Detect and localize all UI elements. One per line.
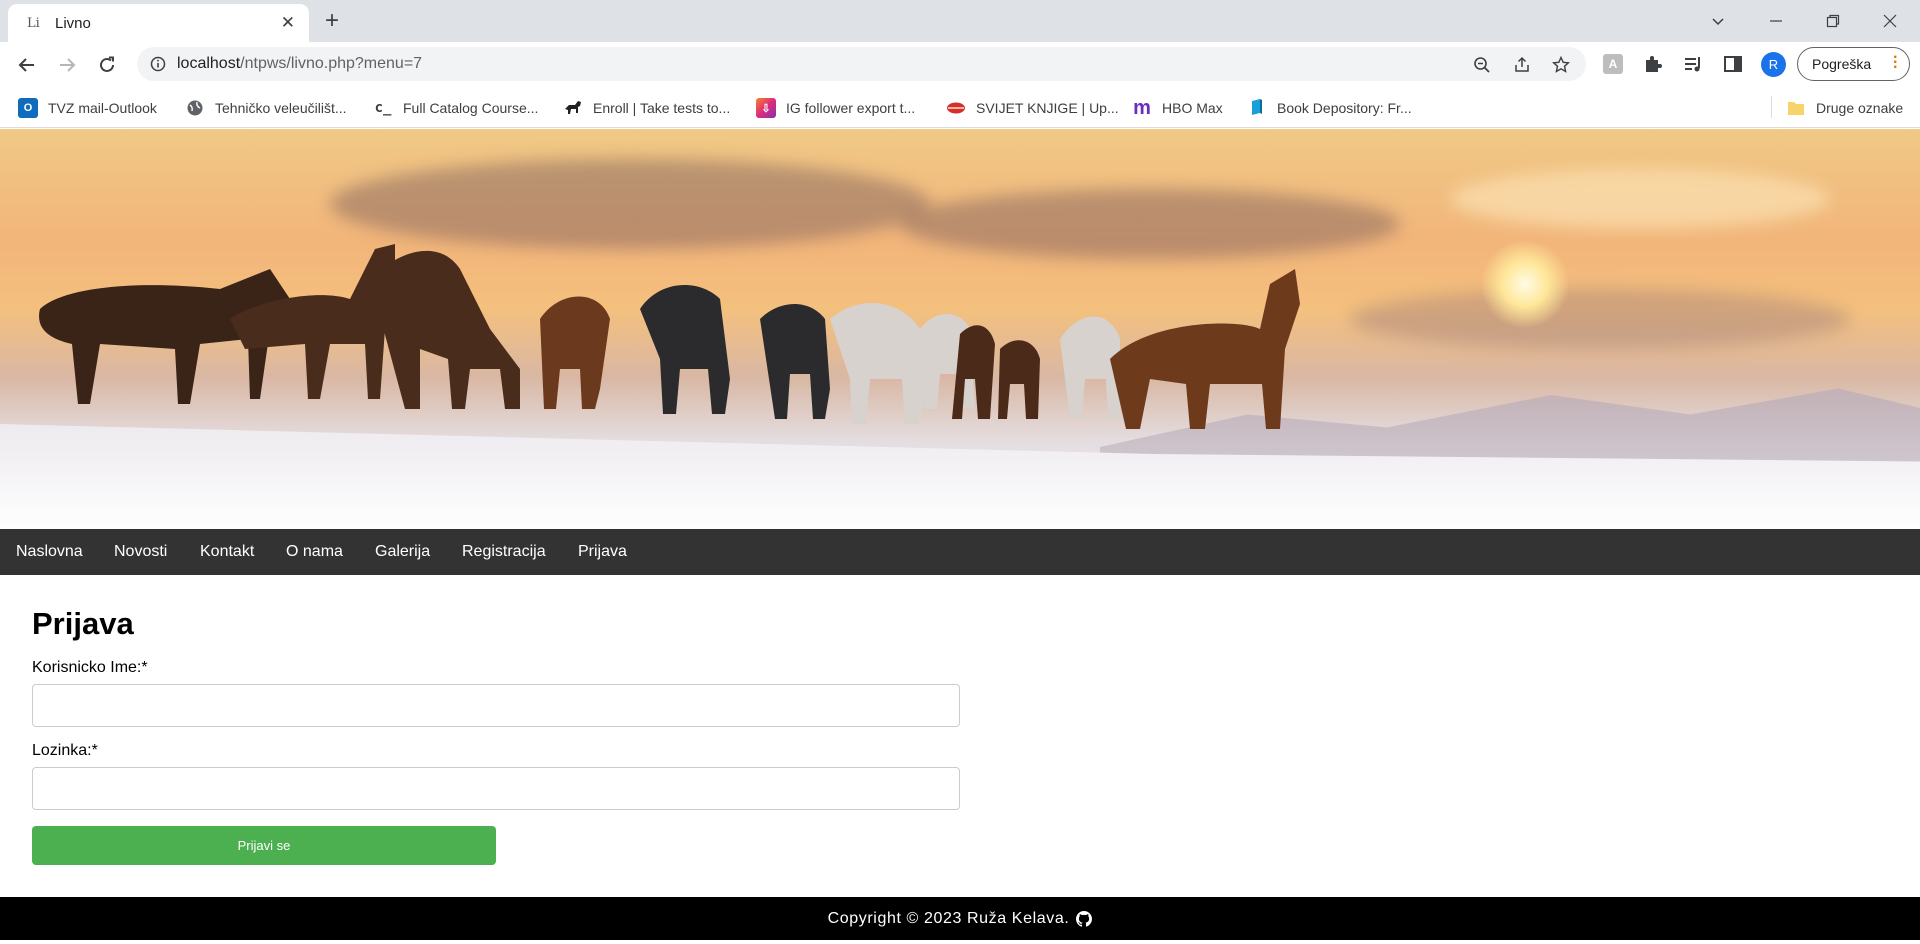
globe-icon: [185, 98, 205, 118]
site-info-icon[interactable]: [150, 56, 166, 77]
bookmark-label: Enroll | Take tests to...: [593, 100, 731, 116]
tab-title: Livno: [55, 15, 91, 32]
nav-link-o-nama[interactable]: O nama: [286, 529, 343, 575]
hbo-max-icon: m: [1133, 96, 1151, 119]
lips-icon: [946, 98, 966, 118]
extensions-puzzle-icon[interactable]: [1640, 51, 1666, 77]
page-title: Prijava: [32, 606, 134, 641]
forward-icon[interactable]: [52, 50, 82, 80]
nav-link-kontakt[interactable]: Kontakt: [200, 529, 254, 575]
bookmark-item[interactable]: O TVZ mail-Outlook: [18, 98, 157, 118]
address-bar[interactable]: localhost/ntpws/livno.php?menu=7: [137, 47, 1586, 81]
browser-tab[interactable]: Li Livno ✕: [8, 4, 309, 42]
bookmark-item[interactable]: Tehničko veleučilišt...: [185, 98, 347, 118]
browser-tab-strip: Li Livno ✕ +: [0, 0, 1920, 42]
nav-link-naslovna[interactable]: Naslovna: [16, 529, 83, 575]
bookmark-star-icon[interactable]: [1550, 54, 1572, 76]
github-icon[interactable]: [1076, 910, 1093, 927]
horses-graphic: [39, 244, 1300, 429]
nav-link-galerija[interactable]: Galerija: [375, 529, 430, 575]
error-label: Pogreška: [1812, 56, 1872, 72]
bookmark-label: Book Depository: Fr...: [1277, 100, 1412, 116]
back-icon[interactable]: [12, 50, 42, 80]
extension-translate-icon[interactable]: A: [1600, 51, 1626, 77]
bookmark-item[interactable]: SVIJET KNJIGE | Up...: [946, 98, 1119, 118]
bookmark-item[interactable]: m HBO Max: [1132, 96, 1223, 119]
nav-link-prijava[interactable]: Prijava: [578, 529, 627, 575]
folder-icon: [1786, 98, 1806, 118]
nav-link-novosti[interactable]: Novosti: [114, 529, 167, 575]
bookmark-label: TVZ mail-Outlook: [48, 100, 157, 116]
outlook-icon: O: [18, 98, 38, 118]
error-button[interactable]: Pogreška · · ·: [1797, 47, 1910, 81]
bookmark-label: IG follower export t...: [786, 100, 916, 116]
media-queue-icon[interactable]: [1680, 51, 1706, 77]
minimize-icon[interactable]: [1748, 0, 1804, 42]
horse-icon: [563, 98, 583, 118]
bookmark-item[interactable]: Book Depository: Fr...: [1247, 98, 1412, 118]
url-path: /ntpws/livno.php?menu=7: [240, 55, 423, 72]
password-label: Lozinka:*: [32, 742, 98, 759]
bookmarks-bar: O TVZ mail-Outlook Tehničko veleučilišt.…: [0, 88, 1920, 128]
restore-icon[interactable]: [1805, 0, 1861, 42]
username-input[interactable]: [32, 684, 960, 727]
menu-kebab-icon: · · ·: [1893, 49, 1899, 76]
browser-toolbar: localhost/ntpws/livno.php?menu=7 A R Pog…: [0, 42, 1920, 88]
main-navbar: Naslovna Novosti Kontakt O nama Galerija…: [0, 529, 1920, 575]
username-label: Korisnicko Ime:*: [32, 659, 148, 676]
copyright-text: Copyright © 2023 Ruža Kelava.: [827, 909, 1070, 927]
tab-favicon-icon: Li: [27, 16, 40, 31]
reload-icon[interactable]: [92, 50, 122, 80]
tab-close-icon[interactable]: ✕: [281, 13, 295, 33]
page-footer: Copyright © 2023 Ruža Kelava.: [0, 897, 1920, 940]
login-submit-button[interactable]: Prijavi se: [32, 826, 496, 865]
url-host: localhost: [177, 55, 241, 72]
course-icon: c_: [374, 100, 392, 116]
header-banner-image: [0, 129, 1920, 529]
bookmark-item[interactable]: ⇩ IG follower export t...: [756, 98, 915, 118]
password-input[interactable]: [32, 767, 960, 810]
book-icon: [1247, 98, 1267, 118]
zoom-icon[interactable]: [1471, 54, 1493, 76]
ig-export-icon: ⇩: [756, 98, 776, 118]
new-tab-icon[interactable]: +: [325, 7, 339, 35]
bookmark-label: Full Catalog Course...: [403, 100, 539, 116]
bookmark-label: HBO Max: [1162, 100, 1223, 116]
profile-avatar[interactable]: R: [1761, 52, 1786, 77]
bookmark-item[interactable]: c_ Full Catalog Course...: [373, 98, 539, 118]
bookmark-item[interactable]: Enroll | Take tests to...: [563, 98, 730, 118]
other-bookmarks-label: Druge oznake: [1816, 100, 1904, 116]
other-bookmarks[interactable]: Druge oznake: [1786, 98, 1903, 118]
side-panel-icon[interactable]: [1720, 51, 1746, 77]
bookmark-label: SVIJET KNJIGE | Up...: [976, 100, 1119, 116]
url-text: localhost/ntpws/livno.php?menu=7: [177, 55, 422, 73]
share-icon[interactable]: [1511, 54, 1533, 76]
close-window-icon[interactable]: [1862, 0, 1918, 42]
bookmarks-divider: [1771, 96, 1772, 118]
bookmark-label: Tehničko veleučilišt...: [215, 100, 347, 116]
nav-link-registracija[interactable]: Registracija: [462, 529, 546, 575]
tab-search-icon[interactable]: [1690, 0, 1746, 42]
